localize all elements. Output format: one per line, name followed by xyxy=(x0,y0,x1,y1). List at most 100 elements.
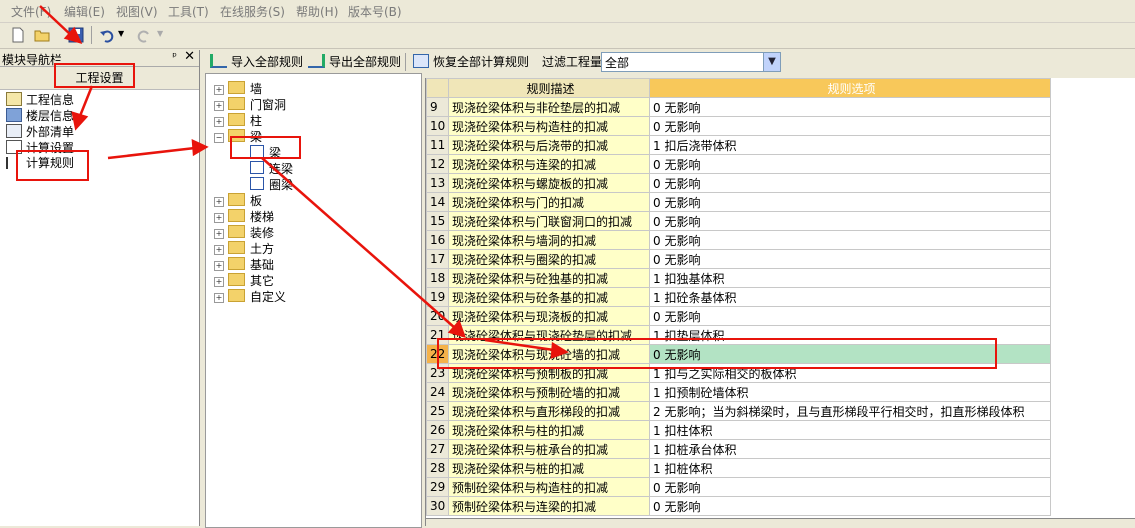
main-toolbar: ▼ ▼ xyxy=(0,23,1135,49)
redo-icon[interactable] xyxy=(135,26,153,44)
rule-option-cell[interactable]: 0 无影响 xyxy=(649,154,1051,174)
rule-option-cell[interactable]: 0 无影响 xyxy=(649,477,1051,497)
row-number: 27 xyxy=(426,439,449,459)
tree-node-earthwork[interactable]: + 土方 xyxy=(214,241,274,256)
menu-online[interactable]: 在线服务(S) xyxy=(220,3,285,20)
rule-option-cell[interactable]: 1 扣桩承台体积 xyxy=(649,439,1051,459)
nav-item-project-info[interactable]: 工程信息 xyxy=(6,92,74,107)
tree-node-custom[interactable]: + 自定义 xyxy=(214,289,286,304)
undo-icon[interactable] xyxy=(98,26,116,44)
table-row[interactable]: 25 现浇砼梁体积与直形梯段的扣减 2 无影响；当为斜梯梁时，且与直形梯段平行相交时… xyxy=(426,401,1051,421)
open-folder-icon[interactable] xyxy=(33,26,51,44)
row-number: 24 xyxy=(426,382,449,402)
collapse-icon[interactable]: − xyxy=(214,133,224,143)
tree-leaf-ring-beam[interactable]: 圈梁 xyxy=(250,177,293,192)
nav-title: 模块导航栏 xyxy=(2,53,63,67)
menu-view[interactable]: 视图(V) xyxy=(116,3,158,20)
table-row[interactable]: 9 现浇砼梁体积与非砼垫层的扣减 0 无影响 xyxy=(426,97,1051,117)
filter-quantity-select[interactable]: 全部 ▼ xyxy=(601,52,781,72)
rule-option-cell[interactable]: 0 无影响 xyxy=(649,211,1051,231)
table-row[interactable]: 17 现浇砼梁体积与圈梁的扣减 0 无影响 xyxy=(426,249,1051,269)
menu-edit[interactable]: 编辑(E) xyxy=(64,3,105,20)
rule-option-cell[interactable]: 0 无影响 xyxy=(649,306,1051,326)
tree-node-wall[interactable]: + 墙 xyxy=(214,81,262,96)
column-header-rule-option[interactable]: 规则选项 xyxy=(649,78,1051,98)
rule-option-cell[interactable]: 1 扣独基体积 xyxy=(649,268,1051,288)
table-row[interactable]: 29 预制砼梁体积与构造柱的扣减 0 无影响 xyxy=(426,477,1051,497)
tree-leaf-coupling-beam[interactable]: 连梁 xyxy=(250,161,293,176)
table-row[interactable]: 10 现浇砼梁体积与构造柱的扣减 0 无影响 xyxy=(426,116,1051,136)
rule-option-cell[interactable]: 0 无影响 xyxy=(649,230,1051,250)
table-row[interactable]: 12 现浇砼梁体积与连梁的扣减 0 无影响 xyxy=(426,154,1051,174)
expand-icon[interactable]: + xyxy=(214,277,224,287)
rules-grid: 规则描述 规则选项 9 现浇砼梁体积与非砼垫层的扣减 0 无影响 10 现浇砼梁体积与构… xyxy=(425,78,1135,526)
rule-option-cell[interactable]: 1 扣后浇带体积 xyxy=(649,135,1051,155)
rule-option-cell[interactable]: 1 扣砼条基体积 xyxy=(649,287,1051,307)
expand-icon[interactable]: + xyxy=(214,293,224,303)
rule-option-cell[interactable]: 0 无影响 xyxy=(649,97,1051,117)
table-row[interactable]: 18 现浇砼梁体积与砼独基的扣减 1 扣独基体积 xyxy=(426,268,1051,288)
tree-node-other[interactable]: + 其它 xyxy=(214,273,274,288)
new-file-icon[interactable] xyxy=(9,26,27,44)
external-list-icon xyxy=(6,124,22,138)
table-row[interactable]: 26 现浇砼梁体积与柱的扣减 1 扣柱体积 xyxy=(426,420,1051,440)
restore-all-rules-button[interactable]: 恢复全部计算规则 xyxy=(413,53,529,70)
undo-dropdown-icon[interactable]: ▼ xyxy=(118,29,124,38)
save-icon[interactable] xyxy=(67,26,85,44)
expand-icon[interactable]: + xyxy=(214,117,224,127)
rule-desc-cell: 现浇砼梁体积与砼独基的扣减 xyxy=(448,268,650,288)
rule-option-cell[interactable]: 0 无影响 xyxy=(649,496,1051,516)
column-header-rule-desc[interactable]: 规则描述 xyxy=(448,78,650,98)
expand-icon[interactable]: + xyxy=(214,245,224,255)
nav-item-floor-info[interactable]: 楼层信息 xyxy=(6,108,74,123)
chevron-down-icon[interactable]: ▼ xyxy=(763,53,780,71)
rule-option-cell[interactable]: 2 无影响；当为斜梯梁时，且与直形梯段平行相交时，扣直形梯段体积 xyxy=(649,401,1051,421)
menu-version[interactable]: 版本号(B) xyxy=(348,3,402,20)
tree-node-door-window[interactable]: + 门窗洞 xyxy=(214,97,286,112)
menu-help[interactable]: 帮助(H) xyxy=(296,3,338,20)
table-row[interactable]: 15 现浇砼梁体积与门联窗洞口的扣减 0 无影响 xyxy=(426,211,1051,231)
tree-node-column[interactable]: + 柱 xyxy=(214,113,262,128)
tree-node-slab[interactable]: + 板 xyxy=(214,193,262,208)
tree-node-decoration[interactable]: + 装修 xyxy=(214,225,274,240)
highlight-box-calc-rules xyxy=(16,150,89,181)
table-row[interactable]: 13 现浇砼梁体积与螺旋板的扣减 0 无影响 xyxy=(426,173,1051,193)
rule-option-cell[interactable]: 0 无影响 xyxy=(649,116,1051,136)
folder-icon xyxy=(228,273,245,286)
tree-node-stairs[interactable]: + 楼梯 xyxy=(214,209,274,224)
rule-option-cell[interactable]: 1 扣柱体积 xyxy=(649,420,1051,440)
expand-icon[interactable]: + xyxy=(214,213,224,223)
rule-desc-cell: 预制砼梁体积与构造柱的扣减 xyxy=(448,477,650,497)
close-icon[interactable]: ✕ xyxy=(184,49,195,64)
table-row[interactable]: 19 现浇砼梁体积与砼条基的扣减 1 扣砼条基体积 xyxy=(426,287,1051,307)
rule-option-cell[interactable]: 0 无影响 xyxy=(649,249,1051,269)
expand-icon[interactable]: + xyxy=(214,229,224,239)
tree-node-foundation[interactable]: + 基础 xyxy=(214,257,274,272)
folder-icon xyxy=(228,97,245,110)
table-row[interactable]: 30 预制砼梁体积与连梁的扣减 0 无影响 xyxy=(426,496,1051,516)
rule-option-cell[interactable]: 0 无影响 xyxy=(649,192,1051,212)
export-all-rules-button[interactable]: 导出全部规则 xyxy=(308,53,401,70)
import-all-rules-button[interactable]: 导入全部规则 xyxy=(210,53,303,70)
redo-dropdown-icon[interactable]: ▼ xyxy=(157,29,163,38)
menu-file[interactable]: 文件(F) xyxy=(11,3,51,20)
expand-icon[interactable]: + xyxy=(214,85,224,95)
table-row[interactable]: 11 现浇砼梁体积与后浇带的扣减 1 扣后浇带体积 xyxy=(426,135,1051,155)
rule-option-cell[interactable]: 1 扣预制砼墙体积 xyxy=(649,382,1051,402)
expand-icon[interactable]: + xyxy=(214,101,224,111)
pin-icon[interactable]: ᵖ xyxy=(172,50,177,63)
table-row[interactable]: 24 现浇砼梁体积与预制砼墙的扣减 1 扣预制砼墙体积 xyxy=(426,382,1051,402)
table-row[interactable]: 14 现浇砼梁体积与门的扣减 0 无影响 xyxy=(426,192,1051,212)
table-row[interactable]: 16 现浇砼梁体积与墙洞的扣减 0 无影响 xyxy=(426,230,1051,250)
rule-option-cell[interactable]: 0 无影响 xyxy=(649,173,1051,193)
table-row[interactable]: 28 现浇砼梁体积与桩的扣减 1 扣桩体积 xyxy=(426,458,1051,478)
rule-desc-cell: 现浇砼梁体积与螺旋板的扣减 xyxy=(448,173,650,193)
nav-item-external-list[interactable]: 外部清单 xyxy=(6,124,74,139)
rule-desc-cell: 现浇砼梁体积与柱的扣减 xyxy=(448,420,650,440)
table-row[interactable]: 20 现浇砼梁体积与现浇板的扣减 0 无影响 xyxy=(426,306,1051,326)
table-row[interactable]: 27 现浇砼梁体积与桩承台的扣减 1 扣桩承台体积 xyxy=(426,439,1051,459)
expand-icon[interactable]: + xyxy=(214,261,224,271)
rule-option-cell[interactable]: 1 扣桩体积 xyxy=(649,458,1051,478)
menu-tools[interactable]: 工具(T) xyxy=(168,3,209,20)
expand-icon[interactable]: + xyxy=(214,197,224,207)
